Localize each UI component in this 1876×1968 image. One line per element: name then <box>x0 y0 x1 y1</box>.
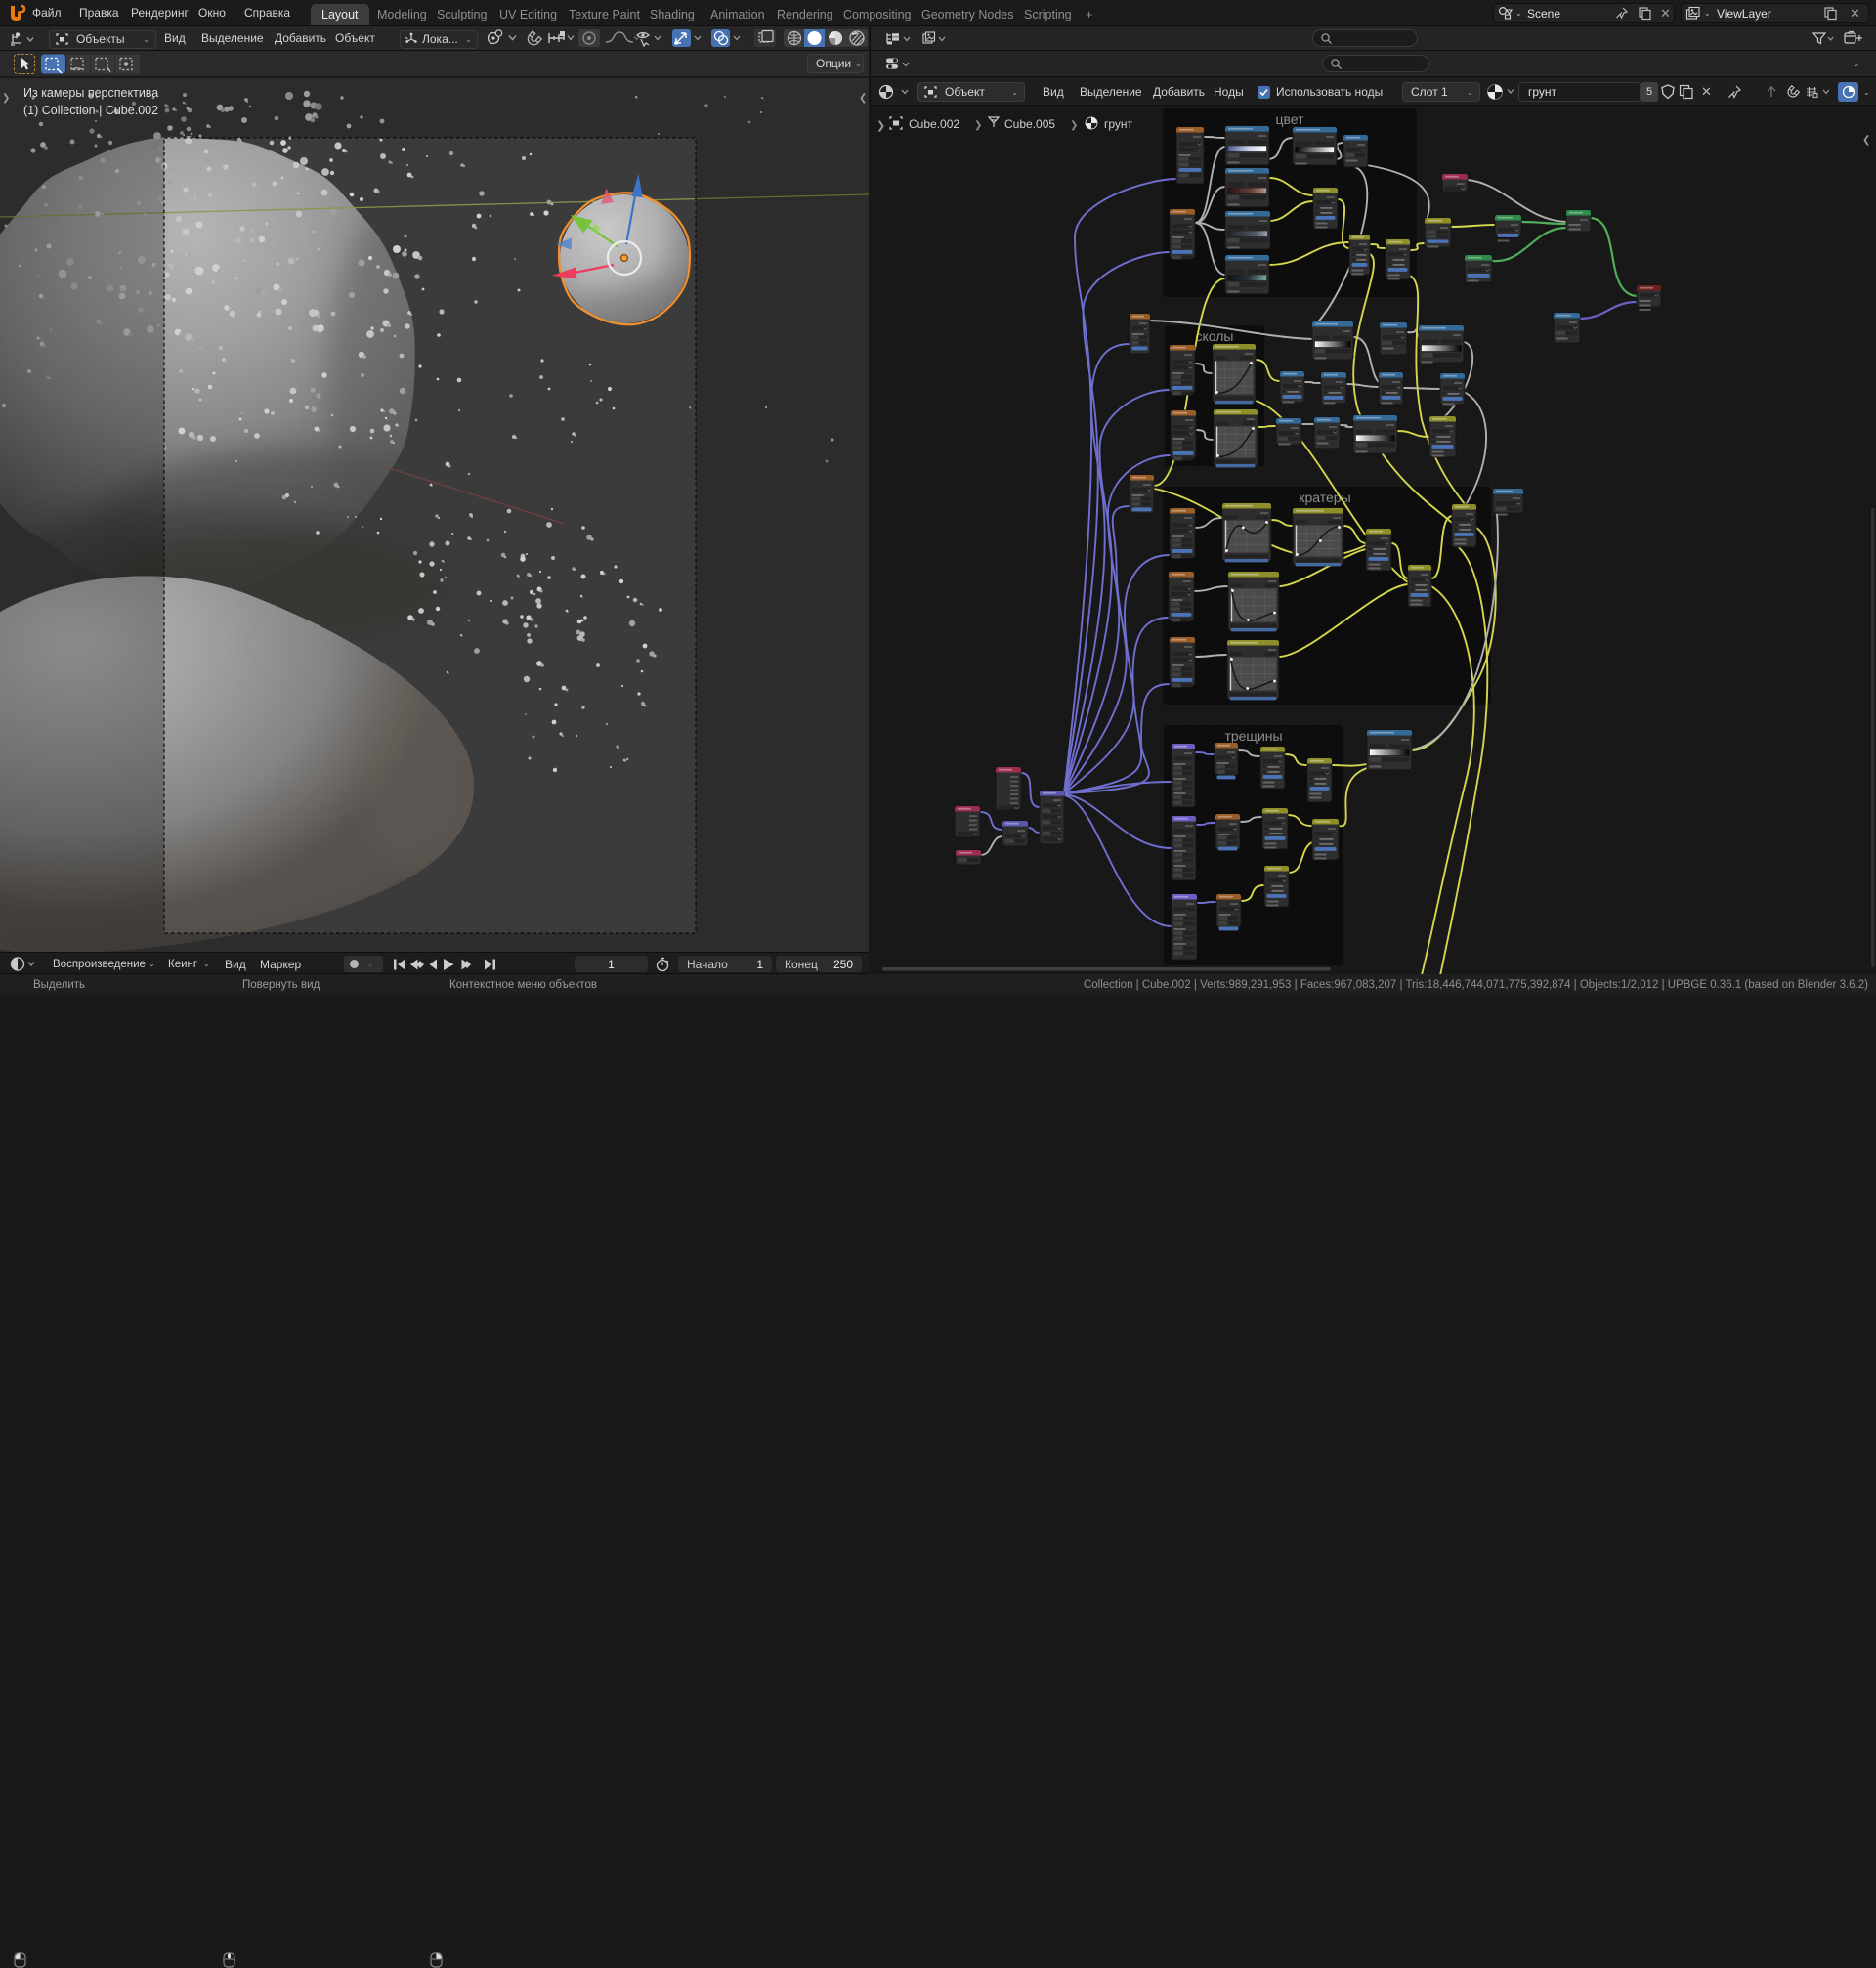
svg-text:(1) Collection | Cube.002: (1) Collection | Cube.002 <box>23 104 158 117</box>
svg-text:❯: ❯ <box>974 120 982 131</box>
svg-text:❯: ❯ <box>876 120 885 132</box>
svg-text:Cube.002: Cube.002 <box>909 117 959 131</box>
svg-text:Из камеры перспектива: Из камеры перспектива <box>23 86 158 100</box>
svg-text:трещины: трещины <box>1224 728 1282 744</box>
svg-text:цвет: цвет <box>1275 111 1304 127</box>
svg-text:грунт: грунт <box>1104 117 1133 131</box>
svg-text:❮: ❮ <box>859 93 867 104</box>
svg-text:❯: ❯ <box>2 93 10 104</box>
svg-text:сколы: сколы <box>1196 328 1234 344</box>
svg-text:Cube.005: Cube.005 <box>1004 117 1055 131</box>
svg-text:❮: ❮ <box>1862 135 1870 146</box>
svg-text:❯: ❯ <box>1070 120 1078 131</box>
